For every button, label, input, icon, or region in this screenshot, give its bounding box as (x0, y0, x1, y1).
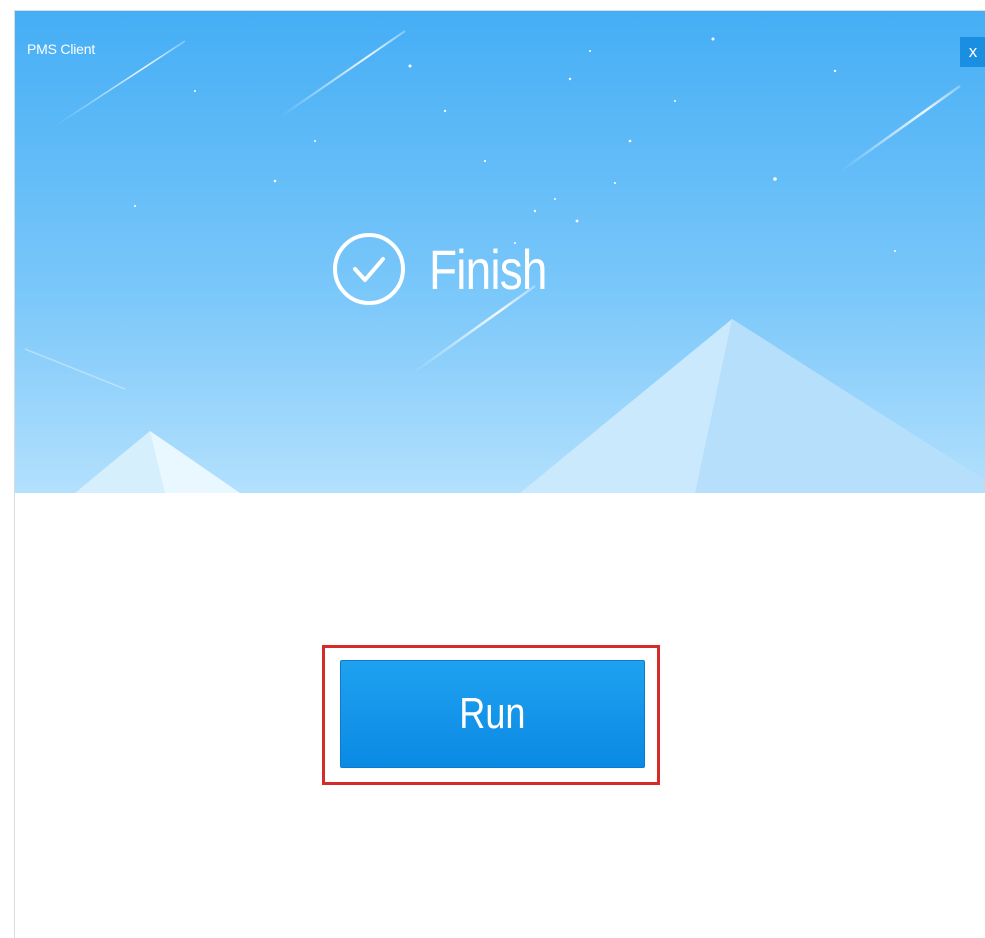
finish-status: Finish (331, 229, 572, 309)
close-icon: x (968, 42, 978, 61)
finish-label: Finish (429, 237, 547, 301)
installer-window: PMS Client x Finish (14, 10, 985, 938)
check-circle-icon (333, 233, 405, 305)
header-banner: PMS Client x Finish (15, 11, 985, 493)
window-title: PMS Client (27, 41, 96, 57)
run-button-label: Run (459, 689, 526, 738)
close-button[interactable]: x (960, 37, 985, 67)
run-button[interactable]: Run (340, 660, 645, 768)
